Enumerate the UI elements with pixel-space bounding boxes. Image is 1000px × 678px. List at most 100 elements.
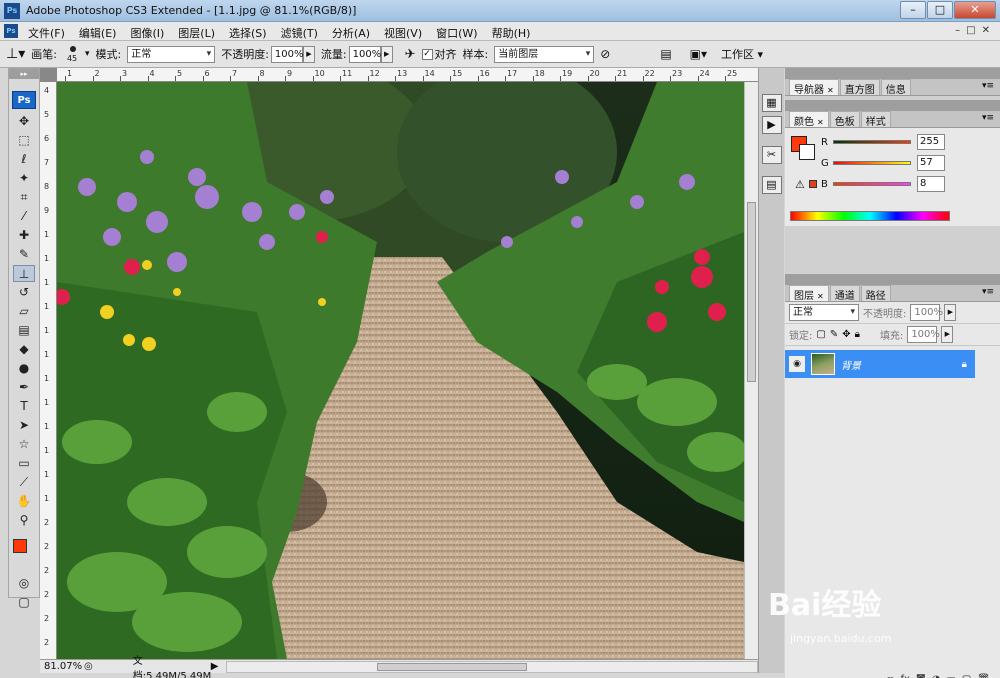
gamut-warning-icon[interactable]: ⚠ <box>795 178 805 191</box>
panel-menu-icon[interactable]: ▾≡ <box>982 111 994 127</box>
lock-transparent-icon[interactable]: ▢ <box>816 329 825 340</box>
aligned-checkbox[interactable]: ✓ <box>421 48 433 60</box>
layer-mask-icon[interactable]: ◙ <box>916 674 926 678</box>
opacity-input[interactable]: 100% <box>270 45 304 63</box>
history-icon[interactable]: ▦ <box>761 94 782 112</box>
horizontal-scrollbar[interactable] <box>226 660 758 673</box>
fill-arrow[interactable]: ▶ <box>941 326 954 343</box>
quick-mask-icon[interactable]: ◎ <box>13 575 35 592</box>
doc-restore-button[interactable]: □ <box>966 25 975 36</box>
tab-navigator[interactable]: 导航器 ✕ <box>789 79 839 96</box>
menu-analysis[interactable]: 分析(A) <box>332 25 370 41</box>
close-icon[interactable]: ✕ <box>817 292 824 301</box>
new-layer-icon[interactable]: ▢ <box>962 674 971 678</box>
eyedropper-tool[interactable]: ⟋ <box>13 474 35 491</box>
magic-wand-tool[interactable]: ✦ <box>13 170 35 187</box>
link-layers-icon[interactable]: ∞ <box>886 674 894 678</box>
layer-opacity-input[interactable]: 100% <box>910 304 943 321</box>
status-menu-icon[interactable]: ◎ <box>84 661 93 672</box>
workspace-menu[interactable]: 工作区 ▾ <box>721 46 763 62</box>
blue-value-input[interactable]: 8 <box>917 176 945 192</box>
marquee-tool[interactable]: ⬚ <box>13 132 35 149</box>
layer-style-icon[interactable]: fx <box>901 674 910 678</box>
gradient-tool[interactable]: ▤ <box>13 322 35 339</box>
lasso-tool[interactable]: ℓ <box>13 151 35 168</box>
tab-paths[interactable]: 路径 <box>860 285 891 302</box>
clone-stamp-tool[interactable]: ⊥ <box>13 265 35 282</box>
screen-mode-icon[interactable]: ▢ <box>13 594 35 611</box>
close-button[interactable]: ✕ <box>954 1 996 19</box>
status-arrow-icon[interactable]: ▶ <box>211 661 219 672</box>
minimize-button[interactable]: – <box>900 1 926 19</box>
type-tool[interactable]: T <box>13 398 35 415</box>
panel-menu-icon[interactable]: ▾≡ <box>982 79 994 95</box>
maximize-button[interactable]: □ <box>927 1 953 19</box>
history-brush-tool[interactable]: ↺ <box>13 284 35 301</box>
palette-well-icon[interactable]: ▤ <box>660 47 671 61</box>
close-icon[interactable]: ✕ <box>827 86 834 95</box>
move-tool[interactable]: ✥ <box>13 113 35 130</box>
crop-tool[interactable]: ⌗ <box>13 189 35 206</box>
panel-menu-icon[interactable]: ▾≡ <box>982 285 994 301</box>
photoshop-logo[interactable]: Ps <box>12 91 36 109</box>
brush-tool[interactable]: ✎ <box>13 246 35 263</box>
adjustment-layer-icon[interactable]: ◑ <box>932 674 941 678</box>
green-slider[interactable] <box>833 161 911 165</box>
lock-position-icon[interactable]: ✥ <box>842 329 850 340</box>
red-slider[interactable] <box>833 140 911 144</box>
menu-layer[interactable]: 图层(L) <box>178 25 215 41</box>
sample-select[interactable]: 当前图层 <box>494 45 595 63</box>
doc-minimize-button[interactable]: – <box>955 25 960 36</box>
eraser-tool[interactable]: ▱ <box>13 303 35 320</box>
menu-file[interactable]: 文件(F) <box>28 25 65 41</box>
pen-tool[interactable]: ✒ <box>13 379 35 396</box>
eye-icon[interactable]: ◉ <box>789 356 805 372</box>
tab-info[interactable]: 信息 <box>880 79 911 96</box>
notes-tool[interactable]: ▭ <box>13 455 35 472</box>
vertical-scrollbar[interactable] <box>744 82 758 659</box>
tab-layers[interactable]: 图层 ✕ <box>789 285 829 302</box>
menu-filter[interactable]: 滤镜(T) <box>281 25 318 41</box>
dodge-tool[interactable]: ● <box>13 360 35 377</box>
fill-input[interactable]: 100% <box>907 326 940 343</box>
color-spectrum-bar[interactable] <box>790 211 950 221</box>
menu-view[interactable]: 视图(V) <box>384 25 422 41</box>
blur-tool[interactable]: ◆ <box>13 341 35 358</box>
lock-all-icon[interactable]: 🔒︎ <box>855 329 860 340</box>
tool-presets-icon[interactable]: ✂ <box>761 146 782 164</box>
actions-icon[interactable]: ▶ <box>761 116 782 134</box>
tools-panel-grip[interactable]: ▸▸ <box>9 69 39 79</box>
path-selection-tool[interactable]: ➤ <box>13 417 35 434</box>
doc-close-button[interactable]: ✕ <box>982 25 990 36</box>
menu-edit[interactable]: 编辑(E) <box>79 25 117 41</box>
image-canvas[interactable] <box>57 82 744 659</box>
shape-tool[interactable]: ☆ <box>13 436 35 453</box>
gamut-color-chip[interactable] <box>809 180 817 188</box>
opacity-slider-button[interactable]: ▶ <box>302 45 315 63</box>
red-value-input[interactable]: 255 <box>917 134 945 150</box>
zoom-tool[interactable]: ⚲ <box>13 512 35 529</box>
slice-tool[interactable]: ⁄ <box>13 208 35 225</box>
menu-image[interactable]: 图像(I) <box>130 25 164 41</box>
flow-slider-button[interactable]: ▶ <box>380 45 393 63</box>
ps-menu-icon[interactable]: Ps <box>4 24 18 38</box>
horizontal-scroll-thumb[interactable] <box>377 662 528 671</box>
blend-mode-select[interactable]: 正常 <box>789 304 859 321</box>
delete-layer-icon[interactable]: 🗑︎ <box>977 674 990 678</box>
airbrush-icon[interactable]: ✈ <box>405 47 416 62</box>
layer-opacity-arrow[interactable]: ▶ <box>944 304 957 321</box>
blue-slider[interactable] <box>833 182 911 186</box>
brush-picker[interactable]: 45 <box>63 44 85 64</box>
bridge-icon[interactable]: ▣▾ <box>690 47 707 61</box>
menu-window[interactable]: 窗口(W) <box>436 25 477 41</box>
green-value-input[interactable]: 57 <box>917 155 945 171</box>
close-icon[interactable]: ✕ <box>817 118 824 127</box>
tab-swatches[interactable]: 色板 <box>829 111 860 128</box>
menu-select[interactable]: 选择(S) <box>229 25 267 41</box>
layer-row-background[interactable]: ◉ 背景 🔒︎ <box>785 350 975 378</box>
hand-tool[interactable]: ✋ <box>13 493 35 510</box>
clone-stamp-preset-icon[interactable]: ⊥▾ <box>6 46 25 62</box>
tab-styles[interactable]: 样式 <box>860 111 891 128</box>
mode-select[interactable]: 正常 <box>127 45 216 63</box>
vertical-scroll-thumb[interactable] <box>747 202 756 382</box>
